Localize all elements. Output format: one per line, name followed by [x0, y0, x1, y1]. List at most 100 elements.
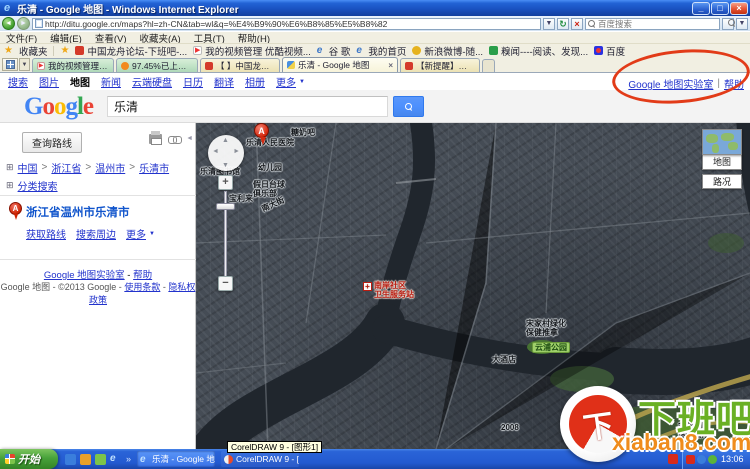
gbar-drive[interactable]: 云端硬盘	[132, 74, 172, 89]
tab-google-maps-active[interactable]: 乐清 - Google 地图 ×	[282, 57, 398, 72]
zoom-out-button[interactable]: −	[218, 276, 233, 291]
media-player-icon[interactable]	[80, 454, 91, 465]
forum-site-icon	[75, 46, 84, 55]
sina-site-icon	[412, 46, 421, 55]
baidu-search-box[interactable]	[585, 18, 720, 30]
url-field[interactable]	[32, 18, 541, 30]
zoom-in-button[interactable]: +	[218, 175, 233, 190]
start-button[interactable]: 开始	[0, 449, 58, 469]
search-options-button[interactable]: ▼	[736, 18, 748, 30]
ie-app-icon: e	[4, 3, 15, 14]
favorite-item-sina-weibo[interactable]: 新浪微博-随...	[412, 44, 483, 58]
favorite-item-baidu[interactable]: 百度	[594, 44, 625, 58]
gbar-translate[interactable]: 翻译	[214, 74, 234, 89]
maps-search-input[interactable]	[107, 96, 388, 117]
chevron-down-icon: ▼	[703, 189, 741, 192]
show-desktop-icon[interactable]	[65, 454, 76, 465]
divider	[53, 46, 54, 56]
expand-icon[interactable]: ⊞	[6, 162, 14, 173]
close-button[interactable]: ×	[730, 2, 748, 15]
map-overview-thumbnail[interactable]	[702, 129, 742, 155]
tab-close-icon[interactable]: ×	[388, 61, 393, 70]
browser-window: e 乐清 - Google 地图 - Windows Internet Expl…	[0, 0, 750, 469]
category-search-link[interactable]: 分类搜索	[18, 178, 58, 193]
gbar-images[interactable]: 图片	[39, 74, 59, 89]
url-input[interactable]	[45, 19, 538, 29]
map-pan-control[interactable]: ▲ ▼ ◄ ►	[208, 135, 244, 171]
task-button-coreldraw[interactable]: CorelDRAW 9 - [...	[221, 451, 299, 467]
ie-quicklaunch-icon[interactable]: e	[110, 454, 121, 465]
maps-search-button[interactable]	[393, 96, 424, 117]
breadcrumb-wenzhou[interactable]: 温州市	[95, 160, 125, 175]
result-marker-a[interactable]: A	[9, 202, 22, 215]
url-dropdown-button[interactable]: ▼	[543, 18, 555, 30]
favorite-item-youku[interactable]: ▶ 我的视频管理 优酷视频...	[193, 44, 311, 58]
gbar-news[interactable]: 新闻	[101, 74, 121, 89]
map-label-baolilai: 宝利来	[229, 194, 253, 203]
pan-up-icon[interactable]: ▲	[222, 137, 229, 144]
quick-launch-more-icon[interactable]: »	[126, 454, 131, 464]
tudou-site-icon	[121, 62, 129, 70]
share-link-icon[interactable]	[168, 136, 181, 143]
breadcrumb-china[interactable]: 中国	[18, 160, 38, 175]
tab-forum-1[interactable]: 【 】中国龙舟论坛...	[200, 58, 280, 72]
result-links: 获取路线 搜索周边 更多 ▼	[26, 226, 155, 241]
map-label-health-station: +南岸社区卫生服务站	[374, 281, 414, 299]
collapse-panel-icon[interactable]: ◄	[186, 135, 193, 142]
result-directions-link[interactable]: 获取路线	[26, 226, 66, 241]
panel-tools	[149, 134, 181, 144]
taskbar-tooltip: CorelDRAW 9 - [图形1]	[227, 441, 322, 453]
refresh-button[interactable]: ↻	[557, 18, 569, 30]
favorite-item-homepage[interactable]: e 我的首页	[356, 44, 406, 58]
gbar-search[interactable]: 搜索	[8, 74, 28, 89]
map-label-massage: 宋家村绿化保健推拿	[526, 319, 566, 337]
new-tab-button[interactable]	[482, 59, 495, 72]
pan-down-icon[interactable]: ▼	[222, 162, 229, 169]
map-marker-a[interactable]: A	[254, 123, 269, 138]
quick-tabs-button[interactable]	[2, 58, 18, 71]
favorite-item-reader[interactable]: 糗闻----阅读、发现...	[489, 44, 588, 58]
tab-youku[interactable]: ▶ 我的视频管理 优酷视频...	[32, 58, 114, 72]
map-label-kindergarten: 幼儿园	[258, 163, 282, 172]
favorites-button[interactable]: 收藏夹	[19, 44, 48, 58]
google-logo: Google	[24, 93, 93, 121]
results-panel: 查询路线 ◄ ⊞ 中国 > 浙江省 > 温州市 > 乐清市 ⊞ 分类搜索	[0, 123, 196, 449]
baidu-site-icon	[594, 46, 603, 55]
gbar-calendar[interactable]: 日历	[183, 74, 203, 89]
add-favorite-star-icon[interactable]: ★	[60, 45, 69, 56]
print-icon[interactable]	[149, 134, 162, 144]
maximize-button[interactable]: □	[711, 2, 729, 15]
get-directions-button[interactable]: 查询路线	[22, 132, 82, 153]
minimize-button[interactable]: _	[692, 2, 710, 15]
tab-tudou[interactable]: 97.45%已上传 - 土豆网 ...	[116, 58, 198, 72]
map-type-button[interactable]: 地图	[702, 155, 742, 170]
pan-right-icon[interactable]: ►	[233, 148, 240, 155]
traffic-button[interactable]: 路况 ▼	[702, 174, 742, 189]
tab-list-dropdown-button[interactable]: ▼	[19, 58, 30, 71]
breadcrumb-zhejiang[interactable]: 浙江省	[51, 160, 81, 175]
tab-forum-2[interactable]: 【新提醒】中国龙舟论坛...	[400, 58, 480, 72]
expand-icon[interactable]: ⊞	[6, 180, 14, 191]
category-search-row: ⊞ 分类搜索	[6, 178, 58, 193]
favorite-item-longzhou[interactable]: 中国龙舟论坛-下班吧-...	[75, 44, 187, 58]
stop-button[interactable]: ×	[571, 18, 583, 30]
zoom-slider-handle[interactable]	[216, 203, 235, 210]
pan-left-icon[interactable]: ◄	[212, 148, 219, 155]
gbar-more[interactable]: 更多	[276, 74, 296, 89]
result-title[interactable]: 浙江省温州市乐清市	[26, 204, 130, 220]
task-button-ie[interactable]: e 乐清 - Google 地...	[137, 451, 215, 467]
address-bar: ◄ ► ▼ ↻ × ▼	[0, 16, 750, 31]
folder-icon[interactable]	[95, 454, 106, 465]
coreldraw-icon	[224, 455, 233, 464]
result-more-link[interactable]: 更多	[126, 226, 146, 241]
favorite-item-google[interactable]: e 谷 歌	[317, 44, 351, 58]
baidu-search-input[interactable]	[598, 19, 717, 29]
forward-button[interactable]: ►	[17, 17, 30, 30]
gbar-photos[interactable]: 相册	[245, 74, 265, 89]
back-button[interactable]: ◄	[2, 17, 15, 30]
terms-link[interactable]: 使用条款	[124, 282, 160, 292]
result-search-nearby-link[interactable]: 搜索周边	[76, 226, 116, 241]
search-go-button[interactable]	[722, 18, 734, 30]
breadcrumb-yueqing[interactable]: 乐清市	[139, 160, 169, 175]
gbar-maps-current[interactable]: 地图	[70, 74, 90, 89]
